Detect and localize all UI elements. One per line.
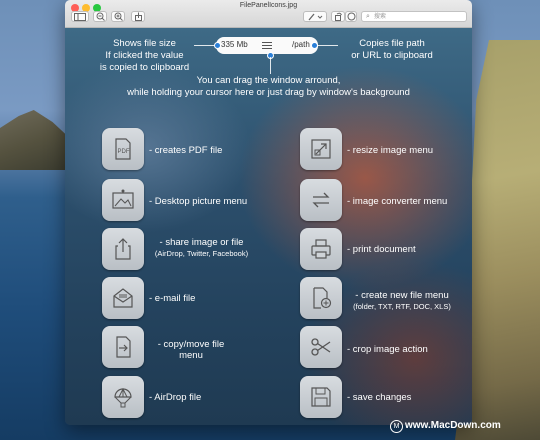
pdf-button[interactable]: PDF: [102, 128, 144, 170]
markup-circle-icon: [347, 12, 355, 21]
crop-icon: [311, 338, 331, 356]
rotate-button[interactable]: [331, 11, 345, 22]
crop-label: - crop image action: [347, 344, 428, 355]
copy-move-label-line2: menu: [179, 350, 203, 361]
new-file-label: - create new file menu: [355, 290, 449, 301]
size-pointer-dot: [214, 42, 221, 49]
zoom-out-button[interactable]: [93, 11, 107, 22]
convert-button[interactable]: [300, 179, 342, 221]
crop-button[interactable]: [300, 326, 342, 368]
annotation-line: Copies file path: [359, 38, 425, 49]
annotation-line: or URL to clipboard: [351, 50, 433, 61]
preview-window[interactable]: FilePanelIcons.jpg ⌕ 搜索 335 Mb /path Sho…: [65, 0, 472, 425]
pen-icon: [308, 13, 323, 21]
share-toolbar-icon: [134, 12, 142, 21]
file-size-annotation: Shows file size If clicked the value is …: [87, 38, 202, 74]
airdrop-button[interactable]: [102, 376, 144, 418]
share-sublabel: (AirDrop, Twitter, Facebook): [154, 249, 249, 258]
resize-label: - resize image menu: [347, 145, 434, 156]
annotation-line: Shows file size: [113, 38, 176, 49]
zoom-in-icon: [114, 12, 123, 21]
new-file-button[interactable]: [300, 277, 342, 319]
share-icon: [115, 238, 131, 260]
markup-button[interactable]: [303, 11, 327, 22]
image-content[interactable]: 335 Mb /path Shows file size If clicked …: [65, 28, 472, 425]
copy-move-button[interactable]: [102, 326, 144, 368]
share-label: - share image or file: [159, 237, 244, 248]
file-path-annotation: Copies file path or URL to clipboard: [337, 38, 447, 62]
path-pointer-line: [317, 45, 338, 46]
rotate-icon: [334, 12, 342, 21]
resize-icon: [311, 139, 331, 159]
sidebar-toggle-button[interactable]: [71, 11, 89, 22]
pdf-icon-text: PDF: [118, 149, 130, 155]
email-label: - e-mail file: [149, 293, 196, 304]
annotation-line: If clicked the value: [105, 50, 184, 61]
copy-move-label-group: - copy/move file menu: [149, 339, 233, 361]
annotation-line: is copied to clipboard: [99, 62, 190, 73]
drag-handle-icon[interactable]: [262, 42, 272, 51]
share-toolbar-button[interactable]: [131, 11, 145, 22]
watermark-text: www.MacDown.com: [405, 420, 501, 431]
zoom-out-icon: [96, 12, 105, 21]
watermark-logo-icon: M: [390, 420, 403, 433]
zoom-in-button[interactable]: [111, 11, 125, 22]
annotation-line: You can drag the window arround,: [196, 75, 341, 86]
desktop-picture-label: - Desktop picture menu: [149, 196, 248, 207]
window-title: FilePanelIcons.jpg: [239, 2, 298, 9]
desktop-picture-icon: [112, 189, 134, 209]
pdf-label: - creates PDF file: [149, 145, 223, 156]
airdrop-icon: [114, 387, 132, 408]
new-file-label-group: - create new file menu (folder, TXT, RTF…: [347, 290, 457, 312]
resize-button[interactable]: [300, 128, 342, 170]
file-path-value[interactable]: /path: [292, 40, 310, 49]
save-button[interactable]: [300, 376, 342, 418]
search-field[interactable]: ⌕ 搜索: [361, 11, 467, 22]
markup-toolbar-toggle[interactable]: [345, 11, 357, 22]
new-file-sublabel: (folder, TXT, RTF, DOC, XLS): [353, 302, 451, 311]
new-file-icon: [313, 287, 332, 309]
email-button[interactable]: [102, 277, 144, 319]
file-info-pill[interactable]: 335 Mb /path: [216, 37, 318, 54]
email-icon: [113, 288, 133, 308]
window-titlebar[interactable]: FilePanelIcons.jpg ⌕ 搜索: [65, 0, 472, 28]
share-label-group: - share image or file (AirDrop, Twitter,…: [149, 237, 254, 259]
print-label: - print document: [347, 244, 416, 255]
pdf-icon: PDF: [115, 138, 131, 160]
drag-pointer-line: [270, 57, 271, 74]
print-icon: [311, 239, 331, 259]
file-size-value[interactable]: 335 Mb: [221, 40, 248, 49]
copy-move-label: - copy/move file: [157, 339, 225, 350]
sidebar-icon: [74, 13, 86, 21]
print-button[interactable]: [300, 228, 342, 270]
share-button[interactable]: [102, 228, 144, 270]
copy-move-icon: [116, 336, 131, 358]
convert-icon: [312, 192, 330, 208]
save-label: - save changes: [347, 392, 412, 403]
convert-label: - image converter menu: [347, 196, 448, 207]
airdrop-label: - AirDrop file: [149, 392, 202, 403]
search-placeholder: 搜索: [374, 14, 387, 20]
annotation-line: while holding your cursor here or just d…: [127, 87, 410, 98]
desktop-picture-button[interactable]: [102, 179, 144, 221]
search-icon: ⌕: [366, 13, 370, 20]
save-icon: [311, 387, 331, 407]
drag-annotation: You can drag the window arround, while h…: [75, 75, 462, 99]
